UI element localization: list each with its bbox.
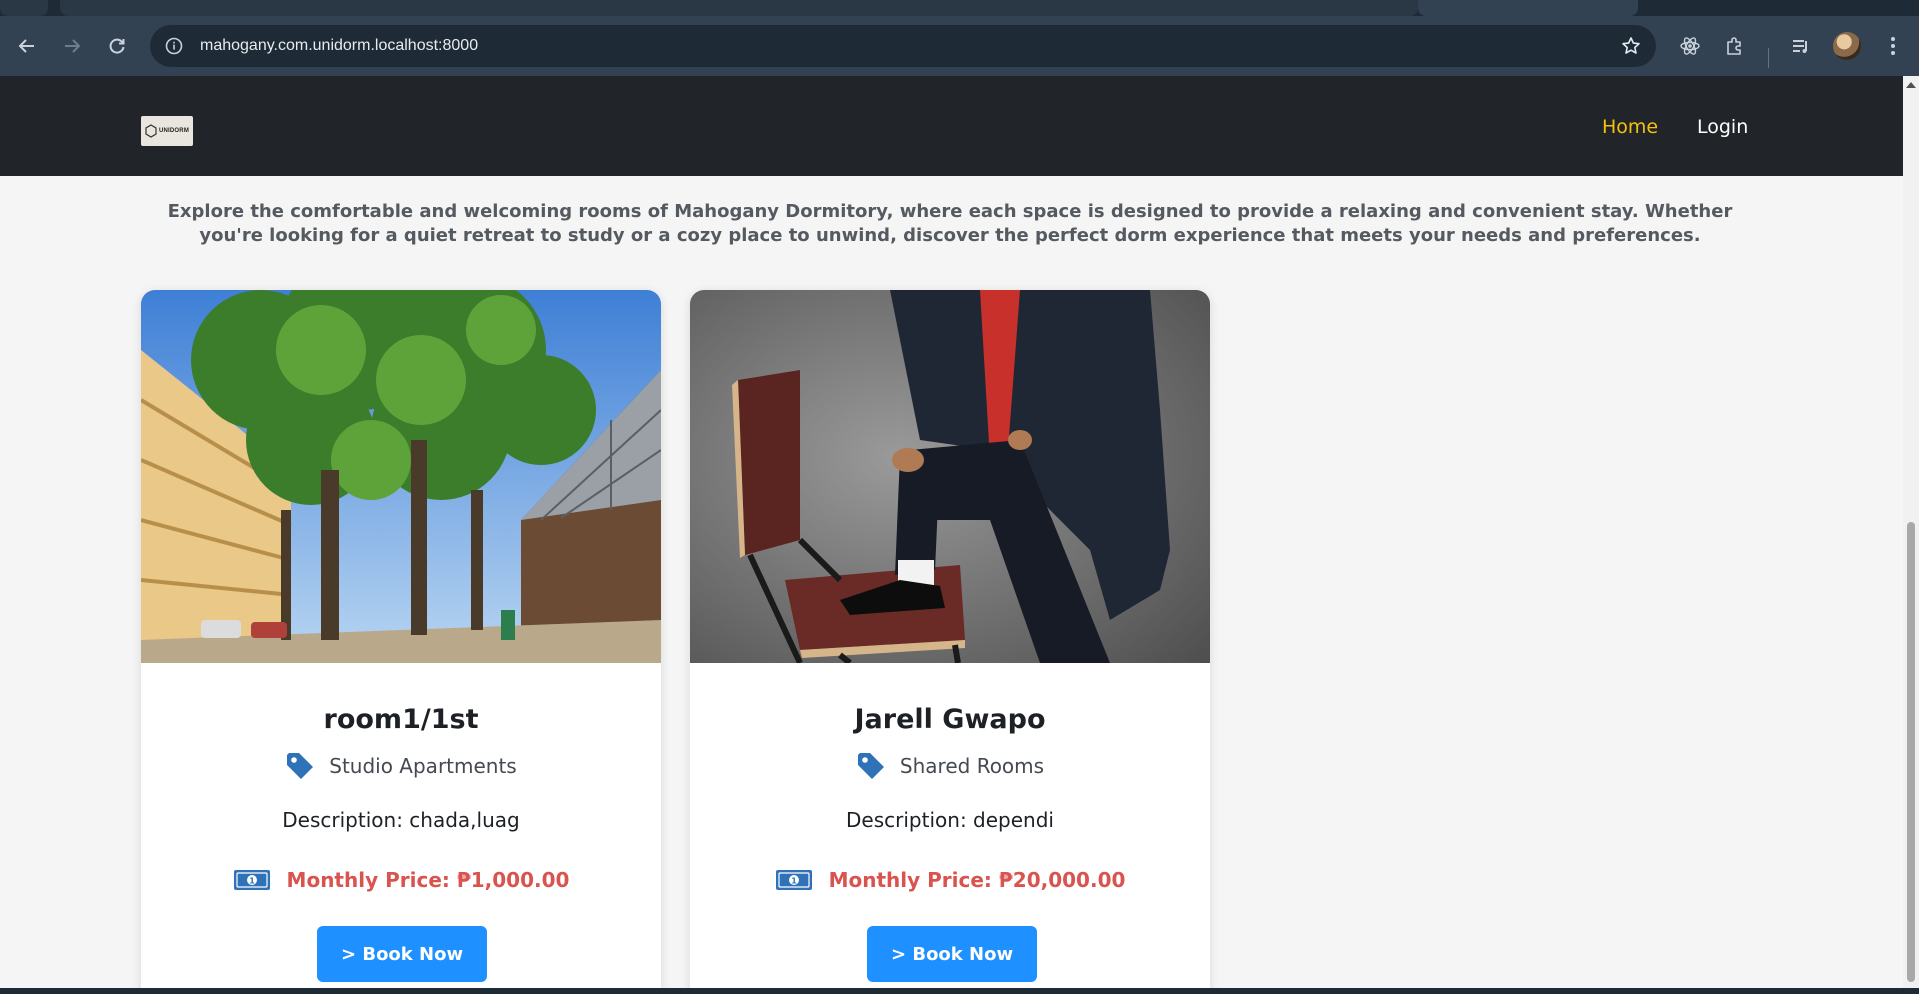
money-bill-icon: 1 — [775, 870, 812, 890]
logo-text: UNIDORM — [158, 128, 190, 134]
browser-tab-active[interactable] — [1418, 0, 1638, 16]
browser-toolbar: mahogany.com.unidorm.localhost:8000 — [0, 16, 1919, 76]
room-title: Jarell Gwapo — [854, 704, 1046, 735]
room-photo — [690, 290, 1210, 663]
nav-link-home[interactable]: Home — [1602, 116, 1658, 138]
room-type: Studio Apartments — [141, 750, 661, 782]
room-type-label: Shared Rooms — [899, 754, 1045, 778]
tag-icon — [287, 753, 314, 779]
room-price: 1 Monthly Price: ₱20,000.00 — [690, 862, 1210, 898]
forward-button[interactable] — [56, 30, 88, 62]
browser-tab-strip — [0, 0, 1919, 16]
arrow-right-icon — [65, 39, 81, 53]
address-bar[interactable]: mahogany.com.unidorm.localhost:8000 — [150, 25, 1656, 67]
room-title: room1/1st — [323, 704, 479, 735]
svg-text:1: 1 — [249, 877, 255, 886]
site-navbar: UNIDORM Home Login — [0, 76, 1903, 176]
page-viewport: UNIDORM Home Login Explore the comfortab… — [0, 76, 1903, 988]
profile-avatar[interactable] — [1833, 32, 1861, 60]
toolbar-divider — [1768, 48, 1769, 68]
room-price-text: Monthly Price: ₱1,000.00 — [286, 868, 570, 892]
reload-icon — [109, 38, 125, 54]
book-now-button[interactable]: > Book Now — [867, 926, 1038, 982]
back-button[interactable] — [11, 30, 43, 62]
arrow-left-icon — [18, 39, 34, 53]
browser-tab[interactable] — [60, 0, 1418, 16]
room-description: Description: chada,luag — [282, 808, 520, 832]
media-controls-icon[interactable] — [1785, 30, 1817, 62]
room-type-label: Studio Apartments — [329, 754, 517, 778]
money-bill-icon: 1 — [233, 870, 270, 890]
reload-button[interactable] — [101, 30, 133, 62]
extensions-icon[interactable] — [1719, 30, 1751, 62]
menu-kebab-icon[interactable] — [1877, 30, 1909, 62]
url-text[interactable]: mahogany.com.unidorm.localhost:8000 — [200, 37, 478, 55]
page-scrollbar[interactable] — [1903, 76, 1919, 988]
room-type: Shared Rooms — [690, 750, 1210, 782]
scrollbar-thumb[interactable] — [1907, 522, 1915, 982]
nav-link-login[interactable]: Login — [1697, 116, 1748, 138]
room-price-text: Monthly Price: ₱20,000.00 — [828, 868, 1126, 892]
svg-text:1: 1 — [791, 877, 797, 886]
intro-text: Explore the comfortable and welcoming ro… — [167, 201, 1733, 246]
site-info-icon[interactable] — [154, 25, 194, 67]
book-now-button[interactable]: > Book Now — [317, 926, 488, 982]
room-card: room1/1st Studio Apartments Description:… — [141, 290, 661, 988]
hexagon-logo-icon — [145, 124, 157, 138]
room-card: Jarell Gwapo Shared Rooms Description: d… — [690, 290, 1210, 988]
tag-icon — [857, 753, 884, 779]
react-devtools-icon[interactable] — [1674, 30, 1706, 62]
room-photo — [141, 290, 661, 663]
site-logo[interactable]: UNIDORM — [141, 116, 193, 146]
room-description: Description: dependi — [846, 808, 1054, 832]
window-bottom-edge — [0, 988, 1919, 994]
bookmark-star-icon[interactable] — [1616, 31, 1646, 61]
room-price: 1 Monthly Price: ₱1,000.00 — [141, 862, 661, 898]
scroll-up-arrow-icon[interactable] — [1906, 82, 1916, 88]
browser-tab[interactable] — [0, 0, 48, 16]
